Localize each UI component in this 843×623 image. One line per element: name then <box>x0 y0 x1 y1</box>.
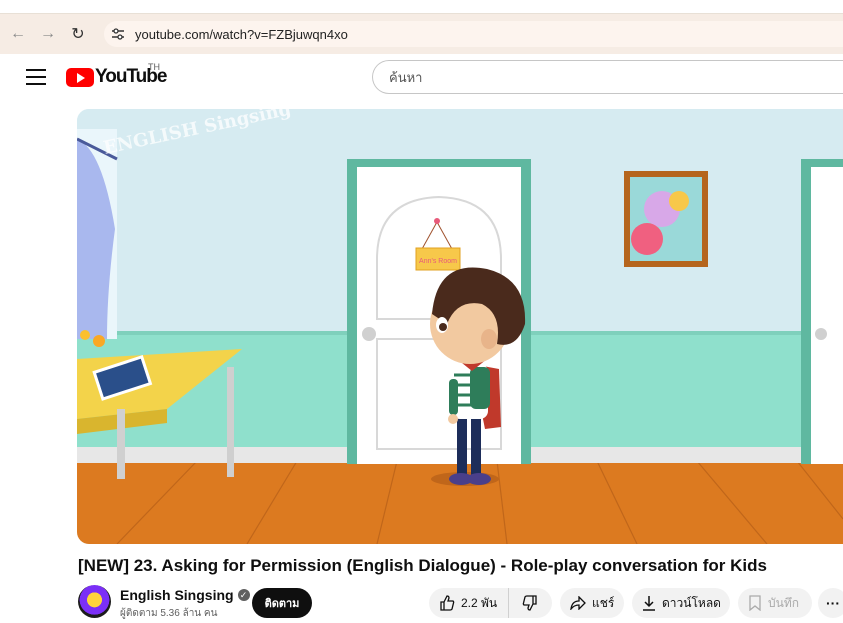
download-icon <box>643 596 655 611</box>
forward-arrow-icon[interactable]: → <box>36 22 60 46</box>
save-label: บันทึก <box>768 595 799 610</box>
search-input[interactable]: ค้นหา <box>372 60 843 94</box>
like-dislike-group: 2.2 พัน <box>429 588 552 618</box>
youtube-play-icon <box>66 67 94 87</box>
share-icon <box>570 596 586 610</box>
subscribe-button[interactable]: ติดตาม <box>252 588 312 618</box>
like-count: 2.2 พัน <box>461 595 498 610</box>
dislike-button[interactable] <box>509 595 551 611</box>
thumbs-down-icon <box>522 595 537 611</box>
bookmark-icon <box>749 595 761 611</box>
like-button[interactable]: 2.2 พัน <box>429 588 509 618</box>
video-frame: Ann's Room ENGLISH Singsing <box>77 109 843 544</box>
more-icon: ··· <box>826 595 840 611</box>
share-label: แชร์ <box>592 595 615 610</box>
site-settings-icon[interactable] <box>107 23 129 45</box>
door-sign-text: Ann's Room <box>419 258 457 265</box>
search-placeholder: ค้นหา <box>389 69 423 85</box>
download-button[interactable]: ดาวน์โหลด <box>632 588 730 618</box>
back-arrow-icon[interactable]: ← <box>6 22 30 46</box>
save-button[interactable]: บันทึก <box>738 588 812 618</box>
country-code: TH <box>148 62 160 72</box>
channel-name-text: English Singsing <box>120 587 234 603</box>
video-player[interactable]: Ann's Room ENGLISH Singsing <box>77 109 843 544</box>
url-text: youtube.com/watch?v=FZBjuwqn4xo <box>135 26 348 42</box>
share-button[interactable]: แชร์ <box>560 588 624 618</box>
menu-icon[interactable] <box>26 69 46 85</box>
subscriber-count: ผู้ติดตาม 5.36 ล้าน คน <box>120 608 218 619</box>
channel-name[interactable]: English Singsing ✓ <box>120 587 250 603</box>
video-title: [NEW] 23. Asking for Permission (English… <box>78 556 767 575</box>
youtube-header: YouTube TH ค้นหา <box>0 54 843 100</box>
channel-avatar[interactable] <box>78 585 111 618</box>
download-label: ดาวน์โหลด <box>662 595 721 610</box>
window-top-border <box>0 0 843 14</box>
verified-icon: ✓ <box>237 589 250 601</box>
more-actions-button[interactable]: ··· <box>818 588 843 618</box>
browser-toolbar: ← → ↻ youtube.com/watch?v=FZBjuwqn4xo <box>0 14 843 54</box>
address-bar[interactable]: youtube.com/watch?v=FZBjuwqn4xo <box>104 21 843 47</box>
thumbs-up-icon <box>440 595 455 611</box>
reload-icon[interactable]: ↻ <box>66 22 90 46</box>
